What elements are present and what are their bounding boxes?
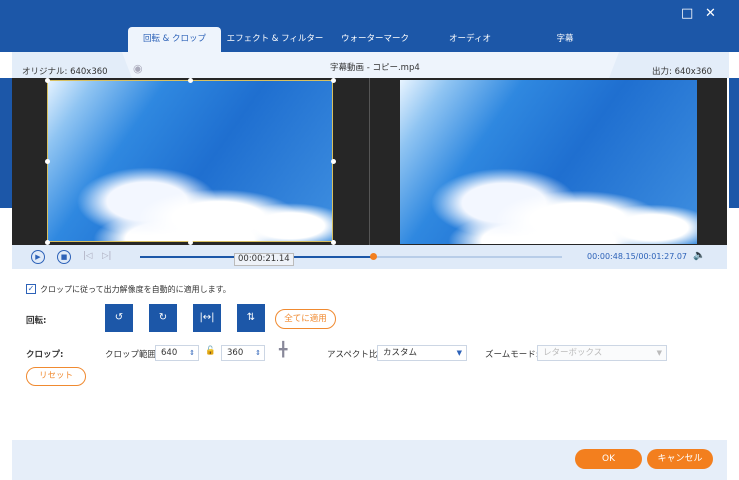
crop-frame[interactable] [47,80,333,242]
aspect-ratio-label: アスペクト比: [327,350,381,360]
crop-label: クロップ: [26,350,64,360]
chevron-down-icon: ▼ [456,349,462,357]
aspect-ratio-value: カスタム [383,348,418,358]
next-frame-icon[interactable]: ▷| [102,251,111,261]
zoom-mode-select[interactable]: レターボックス ▼ [537,345,667,361]
close-icon[interactable]: ✕ [705,6,716,21]
time-tooltip: 00:00:21.14 [234,253,294,266]
crop-range-label: クロップ範囲: [105,350,159,360]
flip-vertical-button[interactable]: ⇅ [237,304,265,332]
tab-watermark[interactable]: ウォーターマーク [330,27,420,52]
volume-icon[interactable]: 🔈 [693,250,705,261]
chevron-down-icon: ▼ [656,349,662,357]
side-strip [0,78,12,208]
stop-icon[interactable]: ■ [57,250,71,264]
flip-horizontal-button[interactable]: |↔| [193,304,221,332]
crop-height-input[interactable]: 360 ⇕ [221,345,265,361]
eye-icon[interactable]: ◉ [133,62,143,75]
prev-frame-icon[interactable]: |◁ [83,251,92,261]
apply-all-button[interactable]: 全てに適用 [275,309,336,329]
auto-apply-label: クロップに従って出力解像度を自動的に適用します。 [40,285,231,294]
crop-handle[interactable] [188,78,193,83]
original-resolution: オリジナル: 640x360 [22,67,108,77]
tab-audio[interactable]: オーディオ [430,27,510,52]
tab-rotate-crop[interactable]: 回転 & クロップ [128,27,221,52]
ok-button[interactable]: OK [575,449,642,469]
reset-button[interactable]: リセット [26,367,86,386]
zoom-mode-value: レターボックス [543,348,603,358]
center-crop-icon[interactable]: ╋ [279,342,287,358]
crop-handle[interactable] [331,78,336,83]
output-preview [400,80,697,244]
rotate-label: 回転: [26,316,47,326]
stepper-icon[interactable]: ⇕ [255,346,261,360]
stepper-icon[interactable]: ⇕ [189,346,195,360]
crop-handle[interactable] [45,159,50,164]
output-resolution: 出力: 640x360 [652,67,713,77]
tab-subtitles[interactable]: 字幕 [525,27,605,52]
zoom-mode-label: ズームモード: [485,350,539,360]
lock-icon[interactable]: 🔓 [205,346,216,356]
divider [369,78,370,245]
play-icon[interactable]: ▶ [31,250,45,264]
crop-width-value: 640 [161,348,178,358]
side-strip [729,78,739,208]
crop-handle[interactable] [45,78,50,83]
auto-apply-checkbox[interactable]: ✓ [26,284,36,294]
crop-width-input[interactable]: 640 ⇕ [155,345,199,361]
rotate-right-button[interactable]: ↻ [149,304,177,332]
rotate-left-button[interactable]: ↺ [105,304,133,332]
time-display: 00:00:48.15/00:01:27.07 [587,252,687,261]
cancel-button[interactable]: キャンセル [647,449,713,469]
maximize-icon[interactable]: □ [681,6,693,21]
file-name: 字幕動画 - コピー.mp4 [330,63,420,73]
crop-height-value: 360 [227,348,244,358]
aspect-ratio-select[interactable]: カスタム ▼ [377,345,467,361]
tab-effects-filters[interactable]: エフェクト & フィルター [225,27,325,52]
progress-knob[interactable] [369,253,377,260]
progress-track[interactable] [140,256,562,258]
crop-handle[interactable] [331,159,336,164]
